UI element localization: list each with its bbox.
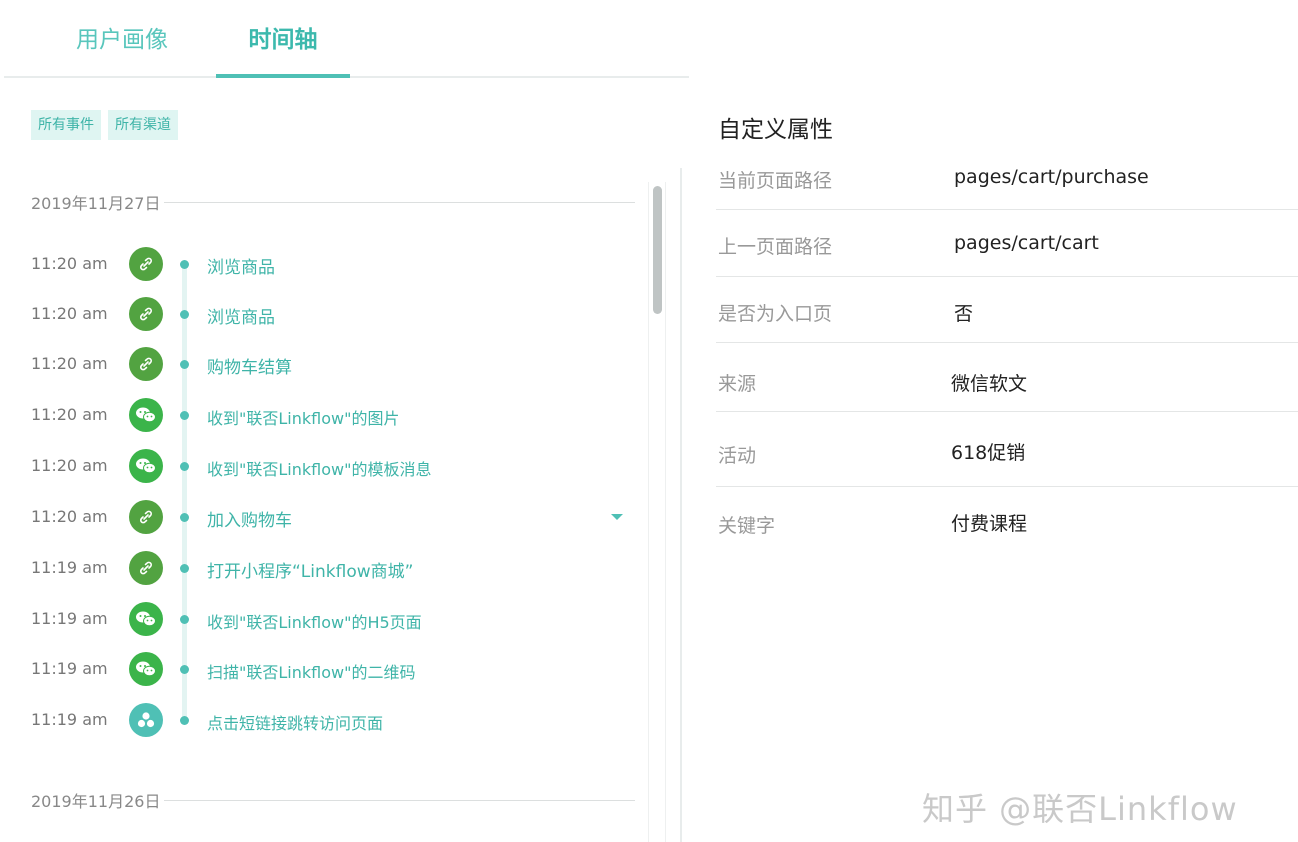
- divider-line: [164, 799, 635, 801]
- event-time: 11:20 am: [31, 507, 108, 526]
- event-time: 11:19 am: [31, 558, 108, 577]
- property-row: 关键字 付费课程: [716, 487, 1298, 557]
- timeline-dot: [180, 513, 189, 522]
- property-value: 618促销: [951, 442, 1026, 464]
- date-label: 2019年11月27日: [31, 194, 161, 213]
- link-icon: [129, 500, 163, 534]
- property-key: 当前页面路径: [718, 170, 833, 192]
- timeline-dot: [180, 462, 189, 471]
- timeline-dot: [180, 615, 189, 624]
- wechat-icon: [129, 652, 163, 686]
- tab-user-profile[interactable]: 用户画像: [76, 20, 168, 76]
- timeline-event[interactable]: 11:19 am 打开小程序“Linkflow商城”: [0, 548, 640, 588]
- tab-timeline[interactable]: 时间轴: [216, 20, 350, 78]
- event-label[interactable]: 购物车结算: [207, 353, 292, 378]
- timeline-dot: [180, 564, 189, 573]
- event-label[interactable]: 收到"联否Linkflow"的H5页面: [207, 609, 422, 633]
- property-value: 付费课程: [951, 513, 1028, 535]
- event-time: 11:20 am: [31, 405, 108, 424]
- property-row: 活动 618促销: [716, 412, 1298, 487]
- event-time: 11:20 am: [31, 354, 108, 373]
- event-label[interactable]: 扫描"联否Linkflow"的二维码: [207, 659, 415, 683]
- scrollbar[interactable]: [648, 182, 666, 842]
- timeline-list[interactable]: 2019年11月27日 11:20 am 浏览商品 11:20 am 浏览商品 …: [0, 168, 682, 842]
- timeline-event[interactable]: 11:19 am 点击短链接跳转访问页面: [0, 700, 640, 740]
- property-row: 上一页面路径 pages/cart/cart: [716, 210, 1298, 277]
- wechat-icon: [129, 398, 163, 432]
- event-label[interactable]: 浏览商品: [207, 253, 275, 278]
- wechat-icon: [129, 602, 163, 636]
- event-time: 11:19 am: [31, 659, 108, 678]
- date-label: 2019年11月26日: [31, 792, 161, 811]
- timeline-event[interactable]: 11:20 am 加入购物车: [0, 497, 640, 537]
- expand-caret-icon[interactable]: [611, 514, 623, 520]
- event-time: 11:20 am: [31, 456, 108, 475]
- event-label[interactable]: 打开小程序“Linkflow商城”: [207, 557, 413, 582]
- timeline-event[interactable]: 11:19 am 扫描"联否Linkflow"的二维码: [0, 649, 640, 689]
- property-value: 微信软文: [951, 373, 1028, 395]
- timeline-dot: [180, 260, 189, 269]
- event-time: 11:20 am: [31, 304, 108, 323]
- timeline-event[interactable]: 11:20 am 浏览商品: [0, 294, 640, 334]
- wechat-icon: [129, 449, 163, 483]
- property-key: 上一页面路径: [718, 236, 833, 258]
- timeline-event[interactable]: 11:19 am 收到"联否Linkflow"的H5页面: [0, 599, 640, 639]
- event-time: 11:20 am: [31, 254, 108, 273]
- property-key: 关键字: [718, 515, 776, 537]
- filter-all-channels[interactable]: 所有渠道: [108, 110, 178, 140]
- timeline-dot: [180, 310, 189, 319]
- event-time: 11:19 am: [31, 710, 108, 729]
- timeline-dot: [180, 665, 189, 674]
- timeline-event[interactable]: 11:20 am 收到"联否Linkflow"的图片: [0, 395, 640, 435]
- event-label[interactable]: 加入购物车: [207, 506, 292, 531]
- property-row: 来源 微信软文: [716, 343, 1298, 412]
- event-time: 11:19 am: [31, 609, 108, 628]
- divider-line: [164, 201, 635, 203]
- timeline-dot: [180, 360, 189, 369]
- property-key: 来源: [718, 373, 757, 395]
- tab-bar: 用户画像 时间轴: [4, 0, 689, 78]
- timeline-dot: [180, 411, 189, 420]
- filter-all-events[interactable]: 所有事件: [31, 110, 101, 140]
- property-value: pages/cart/purchase: [954, 166, 1149, 188]
- date-divider: 2019年11月27日: [31, 190, 635, 214]
- event-label[interactable]: 收到"联否Linkflow"的图片: [207, 405, 399, 429]
- link-icon: [129, 347, 163, 381]
- filter-bar: 所有事件 所有渠道: [31, 110, 178, 140]
- timeline-event[interactable]: 11:20 am 浏览商品: [0, 244, 640, 284]
- watermark: 知乎 @联否Linkflow: [922, 790, 1238, 828]
- property-row: 是否为入口页 否: [716, 277, 1298, 343]
- property-key: 是否为入口页: [718, 303, 833, 325]
- date-divider: 2019年11月26日: [31, 788, 635, 812]
- link-icon: [129, 297, 163, 331]
- event-label[interactable]: 浏览商品: [207, 303, 275, 328]
- property-value: 否: [954, 303, 974, 325]
- timeline-event[interactable]: 11:20 am 收到"联否Linkflow"的模板消息: [0, 446, 640, 486]
- timeline-event[interactable]: 11:20 am 购物车结算: [0, 344, 640, 384]
- scrollbar-thumb[interactable]: [653, 186, 662, 314]
- section-title: 自定义属性: [718, 117, 833, 143]
- property-value: pages/cart/cart: [954, 232, 1099, 254]
- link-icon: [129, 247, 163, 281]
- event-label[interactable]: 收到"联否Linkflow"的模板消息: [207, 456, 431, 480]
- property-key: 活动: [718, 445, 757, 467]
- link-icon: [129, 551, 163, 585]
- share-icon: [129, 703, 163, 737]
- timeline-panel: 用户画像 时间轴 所有事件 所有渠道 2019年11月27日 11:20 am …: [0, 0, 690, 842]
- event-label[interactable]: 点击短链接跳转访问页面: [207, 710, 383, 734]
- timeline-dot: [180, 716, 189, 725]
- property-row: 当前页面路径 pages/cart/purchase: [716, 160, 1298, 210]
